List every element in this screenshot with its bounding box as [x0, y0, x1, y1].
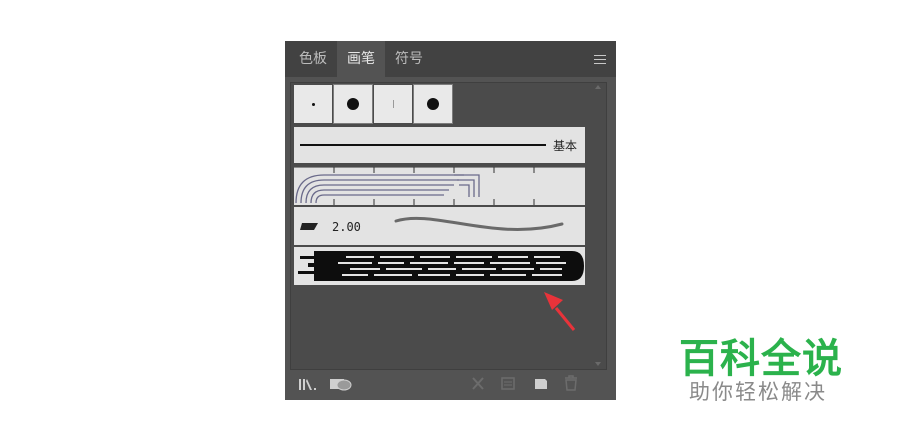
panel-footer	[285, 370, 616, 398]
delete-brush-icon[interactable]	[563, 374, 579, 392]
brush-preset-large-dot-2[interactable]	[413, 84, 453, 124]
brush-preset-thin-line[interactable]	[374, 85, 412, 123]
brush-library-icon[interactable]	[297, 374, 319, 392]
tab-swatches[interactable]: 色板	[289, 41, 337, 77]
brush-preset-small-dot[interactable]	[294, 85, 332, 123]
panel-tab-bar: 色板 画笔 符号	[285, 41, 616, 77]
tab-brushes[interactable]: 画笔	[337, 41, 385, 77]
watermark-subtitle: 助你轻松解决	[689, 380, 827, 404]
thin-line-icon	[393, 100, 394, 108]
basic-label: 基本	[553, 139, 578, 153]
brush-preset-large-dot[interactable]	[333, 84, 373, 124]
brush-options-icon[interactable]	[500, 374, 516, 392]
tab-symbols[interactable]: 符号	[385, 41, 433, 77]
scroll-up-icon[interactable]	[595, 85, 601, 89]
pattern-brush-preview	[294, 166, 585, 205]
scroll-down-icon[interactable]	[595, 362, 601, 366]
hamburger-icon[interactable]	[594, 55, 606, 64]
remove-stroke-icon[interactable]	[470, 374, 486, 392]
brush-library-menu-icon[interactable]	[329, 374, 353, 392]
bristle-stroke-preview	[394, 216, 564, 231]
small-dot-icon	[312, 103, 315, 106]
large-dot-icon	[427, 98, 439, 110]
basic-stroke-line	[300, 144, 546, 146]
brushes-panel: 色板 画笔 符号 基本 2.00	[285, 41, 616, 400]
brush-basic[interactable]: 基本	[294, 127, 585, 163]
large-dot-icon	[347, 98, 359, 110]
new-brush-icon[interactable]	[533, 374, 549, 392]
brush-pattern[interactable]	[294, 166, 585, 205]
red-arrow-annotation	[544, 292, 576, 331]
brush-bristle[interactable]: 2.00	[294, 207, 585, 245]
